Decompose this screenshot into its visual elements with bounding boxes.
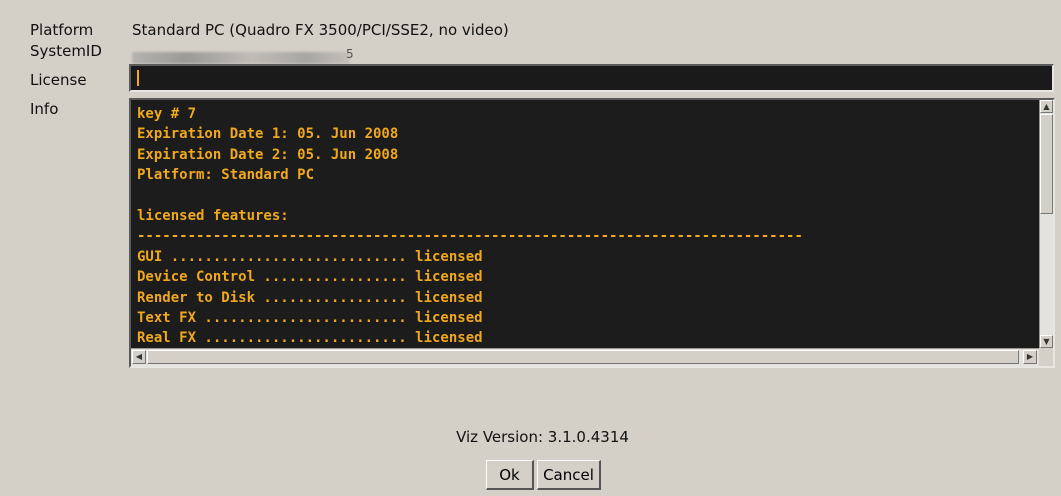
info-line: Expiration Date 1: 05. Jun 2008 (137, 126, 399, 143)
info-line: GUI ............................ license… (137, 248, 483, 265)
info-line: ----------------------------------------… (137, 228, 803, 245)
text-caret (137, 70, 139, 86)
info-line: Platform: Standard PC (137, 167, 315, 184)
cancel-button[interactable]: Cancel (537, 460, 601, 490)
ok-button[interactable]: Ok (486, 460, 534, 490)
info-text-lines: key # 7 Expiration Date 1: 05. Jun 2008 … (131, 100, 1039, 348)
info-line: Real FX ........................ license… (137, 330, 483, 347)
license-input[interactable] (129, 64, 1054, 92)
horizontal-scroll-thumb[interactable] (147, 350, 1019, 364)
platform-label: Platform (30, 21, 94, 39)
info-line: Render to Disk ................. license… (137, 289, 483, 306)
vertical-scroll-thumb[interactable] (1040, 114, 1053, 214)
version-text: Viz Version: 3.1.0.4314 (456, 428, 629, 446)
scroll-right-arrow-icon[interactable]: ▶ (1023, 350, 1037, 364)
info-line: Device Control ................. license… (137, 269, 483, 286)
scroll-left-arrow-icon[interactable]: ◀ (132, 350, 146, 364)
license-label: License (30, 71, 87, 89)
version-text-row: Viz Version: 3.1.0.4314 (0, 428, 1061, 446)
platform-value: Standard PC (Quadro FX 3500/PCI/SSE2, no… (132, 21, 509, 39)
systemid-value-tail: 5 (346, 47, 354, 61)
horizontal-scrollbar[interactable]: ◀ ▶ (131, 348, 1039, 366)
info-line: key # 7 (137, 106, 197, 122)
scrollbar-corner (1039, 348, 1053, 366)
vertical-scrollbar[interactable]: ▲ ▼ (1039, 100, 1053, 348)
systemid-label: SystemID (30, 42, 102, 60)
info-label: Info (30, 100, 59, 118)
scroll-up-arrow-icon[interactable]: ▲ (1040, 100, 1053, 113)
info-line: licensed features: (137, 208, 289, 225)
info-text-content: key # 7 Expiration Date 1: 05. Jun 2008 … (131, 100, 1039, 348)
info-text-area[interactable]: key # 7 Expiration Date 1: 05. Jun 2008 … (129, 98, 1055, 368)
systemid-value-redacted (132, 52, 350, 64)
info-line: Text FX ........................ license… (137, 310, 483, 327)
info-line: Expiration Date 2: 05. Jun 2008 (137, 146, 399, 163)
scroll-down-arrow-icon[interactable]: ▼ (1040, 335, 1053, 348)
